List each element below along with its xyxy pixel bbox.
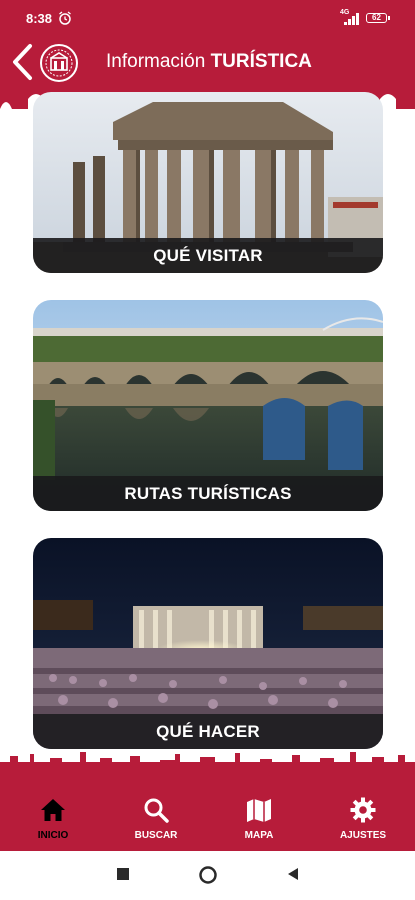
nav-item-buscar[interactable]: BUSCAR: [111, 777, 201, 851]
card-que-hacer[interactable]: QUÉ HACER: [33, 538, 383, 749]
system-navigation-bar: [0, 851, 415, 900]
bottom-navigation: INICIO BUSCAR MAPA AJUSTES: [0, 777, 415, 851]
status-time: 8:38: [26, 11, 53, 26]
nav-label: AJUSTES: [339, 830, 387, 841]
city-skyline-divider: [0, 752, 415, 778]
status-bar: 8:38 4G 62: [0, 0, 415, 38]
page-title: Información TURÍSTICA: [106, 51, 312, 73]
home-circle-icon[interactable]: [198, 865, 218, 885]
city-logo-icon[interactable]: [40, 44, 78, 82]
alarm-icon: [59, 11, 71, 25]
recents-icon[interactable]: [116, 867, 130, 881]
back-triangle-icon[interactable]: [286, 867, 300, 881]
signal-icon: [344, 13, 359, 25]
back-arrow-icon[interactable]: [10, 42, 34, 82]
card-label: QUÉ VISITAR: [33, 238, 383, 273]
nav-item-mapa[interactable]: MAPA: [214, 777, 304, 851]
card-rutas-turisticas[interactable]: RUTAS TURÍSTICAS: [33, 300, 383, 511]
home-icon: [41, 799, 65, 821]
title-bold: TURÍSTICA: [210, 51, 312, 72]
nav-label: MAPA: [244, 830, 274, 841]
gear-icon: [350, 797, 376, 823]
nav-label: BUSCAR: [134, 830, 178, 841]
card-que-visitar[interactable]: QUÉ VISITAR: [33, 92, 383, 273]
nav-label: INICIO: [37, 830, 69, 841]
nav-item-inicio[interactable]: INICIO: [8, 777, 98, 851]
card-label: RUTAS TURÍSTICAS: [33, 476, 383, 511]
card-label: QUÉ HACER: [33, 714, 383, 749]
battery-icon: 62: [366, 13, 390, 23]
map-icon: [247, 799, 271, 822]
nav-item-ajustes[interactable]: AJUSTES: [318, 777, 408, 851]
search-icon: [144, 798, 169, 823]
title-regular: Información: [106, 51, 206, 72]
